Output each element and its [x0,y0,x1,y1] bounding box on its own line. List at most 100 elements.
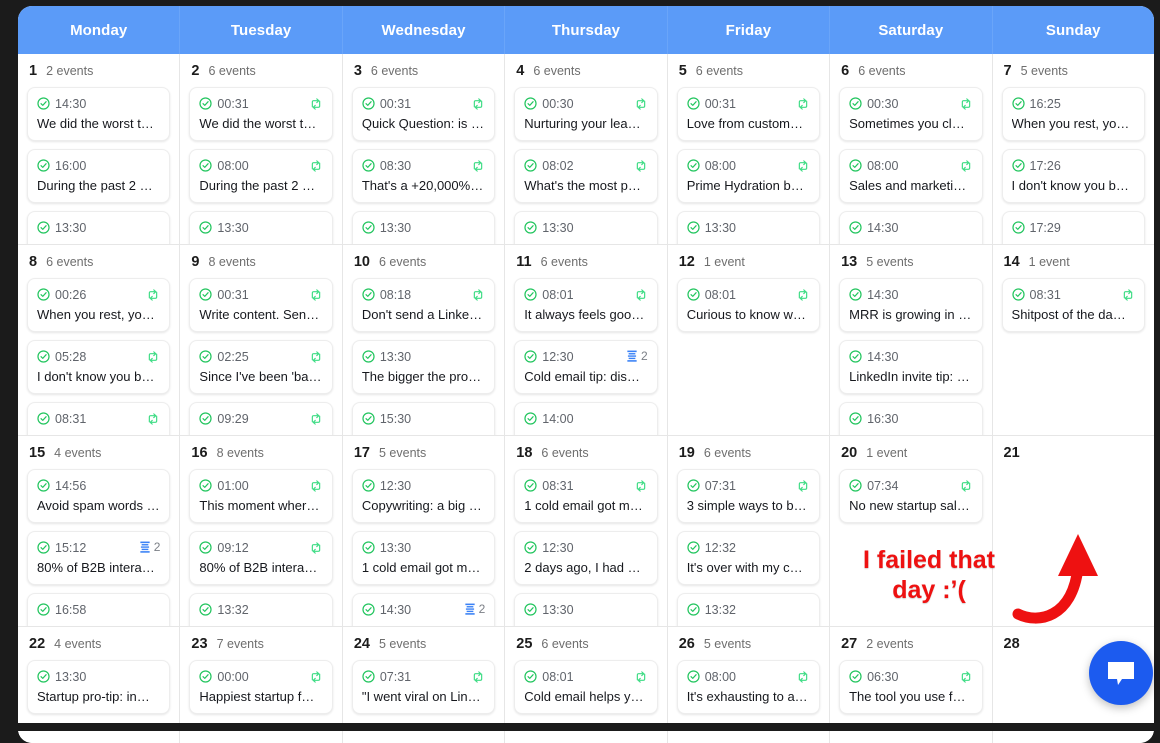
day-cell-12[interactable]: 12 1 event 08:01 Curious to know w… [667,245,831,435]
event-card[interactable]: 07:31 "I went viral on Lin… [351,660,496,714]
repeat-icon[interactable] [796,479,810,493]
repeat-icon[interactable] [146,288,160,302]
repeat-icon[interactable] [634,97,648,111]
repeat-icon[interactable] [796,288,810,302]
event-card[interactable]: 00:26 When you rest, yo… [27,278,171,332]
event-card[interactable]: 00:30 Sometimes you cl… [839,87,983,141]
event-card[interactable]: 09:29 [189,402,333,435]
event-card[interactable]: 12:32 It's over with my c… [676,531,821,585]
thread-icon[interactable] [464,603,476,616]
repeat-icon[interactable] [959,159,973,173]
event-card[interactable]: 13:30 [189,211,333,244]
event-card[interactable]: 12:30 2 days ago, I had a… [514,531,658,585]
day-cell-5[interactable]: 5 6 events 00:31 Love from custom… 08:00 Prim… [667,54,831,244]
repeat-icon[interactable] [309,479,323,493]
day-cell-13[interactable]: 13 5 events 14:30 MRR is growing in … 14:30 L… [830,245,993,435]
day-cell-21[interactable]: 21 [992,436,1154,626]
event-card[interactable]: 13:30 [514,211,658,244]
repeat-icon[interactable] [309,541,323,555]
event-card[interactable]: 16:00 During the past 2 … [27,149,171,203]
event-card[interactable]: 13:30 [27,211,171,244]
repeat-icon[interactable] [634,670,648,684]
event-card[interactable]: 16:58 [27,593,171,626]
event-card[interactable]: 17:29 [1001,211,1145,244]
event-card[interactable]: 14:30 [839,211,983,244]
weekday-header-friday[interactable]: Friday [668,6,831,54]
weekday-header-thursday[interactable]: Thursday [505,6,668,54]
repeat-icon[interactable] [309,97,323,111]
repeat-icon[interactable] [471,97,485,111]
day-cell-10[interactable]: 10 6 events 08:18 Don't send a Linke… 13:30 T… [342,245,506,435]
repeat-icon[interactable] [471,670,485,684]
thread-icon[interactable] [626,350,638,363]
repeat-icon[interactable] [471,288,485,302]
chat-bubble-button[interactable] [1089,641,1153,705]
repeat-icon[interactable] [309,288,323,302]
event-card[interactable]: 12:30 Copywriting: a big … [351,469,496,523]
event-card[interactable]: 13:30 [351,211,496,244]
day-cell-9[interactable]: 9 8 events 00:31 Write content. Sen… 02:25 Si… [180,245,343,435]
event-card[interactable]: 15:30 [351,402,496,435]
repeat-icon[interactable] [309,350,323,364]
event-card[interactable]: 13:30 [676,211,821,244]
event-card[interactable]: 05:28 I don't know you b… [27,340,171,394]
repeat-icon[interactable] [146,350,160,364]
repeat-icon[interactable] [634,159,648,173]
weekday-header-sunday[interactable]: Sunday [993,6,1154,54]
repeat-icon[interactable] [309,670,323,684]
event-card[interactable]: 08:00 Sales and marketi… [839,149,983,203]
day-cell-8[interactable]: 8 6 events 00:26 When you rest, yo… 05:28 I d… [18,245,181,435]
event-card[interactable]: 15:12 2 80% of B2B intera… [27,531,171,585]
event-card[interactable]: 08:30 That's a +20,000%… [351,149,496,203]
event-card[interactable]: 14:00 [514,402,658,435]
event-card[interactable]: 08:01 Curious to know w… [676,278,821,332]
day-cell-1[interactable]: 1 2 events 14:30 We did the worst t… 16:00 Du… [18,54,181,244]
repeat-icon[interactable] [796,670,810,684]
event-card[interactable]: 08:01 Cold email helps y… [514,660,658,714]
event-card[interactable]: 13:30 1 cold email got m… [351,531,496,585]
event-card[interactable]: 08:00 Prime Hydration b… [676,149,821,203]
repeat-icon[interactable] [146,412,160,426]
repeat-icon[interactable] [959,670,973,684]
day-cell-6[interactable]: 6 6 events 00:30 Sometimes you cl… 08:00 Sale… [830,54,993,244]
day-cell-20[interactable]: 20 1 event 07:34 No new startup sal… [830,436,993,626]
event-card[interactable]: 14:56 Avoid spam words … [27,469,171,523]
event-card[interactable]: 17:26 I don't know you b… [1001,149,1145,203]
event-card[interactable]: 08:00 It's exhausting to a… [676,660,821,714]
weekday-header-monday[interactable]: Monday [18,6,181,54]
day-cell-19[interactable]: 19 6 events 07:31 3 simple ways to b… 12:32 I… [667,436,831,626]
event-card[interactable]: 13:30 Startup pro-tip: in… [27,660,171,714]
weekday-header-tuesday[interactable]: Tuesday [180,6,343,54]
repeat-icon[interactable] [309,159,323,173]
repeat-icon[interactable] [471,159,485,173]
event-card[interactable]: 09:12 80% of B2B intera… [189,531,333,585]
repeat-icon[interactable] [796,97,810,111]
event-card[interactable]: 01:00 This moment wher… [189,469,333,523]
repeat-icon[interactable] [959,97,973,111]
day-cell-7[interactable]: 7 5 events 16:25 When you rest, yo… 17:26 I d… [992,54,1154,244]
day-cell-17[interactable]: 17 5 events 12:30 Copywriting: a big … 13:30… [342,436,506,626]
event-card[interactable]: 00:31 We did the worst t… [189,87,333,141]
event-card[interactable]: 13:30 The bigger the pro… [351,340,496,394]
event-card[interactable]: 00:31 Love from custom… [676,87,821,141]
weekday-header-saturday[interactable]: Saturday [830,6,993,54]
repeat-icon[interactable] [634,479,648,493]
event-card[interactable]: 06:30 The tool you use f… [839,660,983,714]
day-cell-4[interactable]: 4 6 events 00:30 Nurturing your lea… 08:02 Wh… [505,54,668,244]
event-card[interactable]: 07:34 No new startup sal… [839,469,983,523]
event-card[interactable]: 00:00 Happiest startup f… [189,660,333,714]
event-card[interactable]: 00:30 Nurturing your lea… [514,87,658,141]
event-card[interactable]: 08:31 1 cold email got m… [514,469,658,523]
repeat-icon[interactable] [634,288,648,302]
event-card[interactable]: 08:02 What's the most p… [514,149,658,203]
weekday-header-wednesday[interactable]: Wednesday [343,6,506,54]
event-card[interactable]: 14:30 LinkedIn invite tip: … [839,340,983,394]
event-card[interactable]: 13:32 [189,593,333,626]
event-card[interactable]: 13:30 [514,593,658,626]
event-card[interactable]: 12:30 2 Cold email tip: dis… [514,340,658,394]
event-card[interactable]: 14:30 2 [351,593,496,626]
event-card[interactable]: 02:25 Since I've been 'ba… [189,340,333,394]
repeat-icon[interactable] [1121,288,1135,302]
event-card[interactable]: 08:31 [27,402,171,435]
day-cell-14[interactable]: 14 1 event 08:31 Shitpost of the da… [992,245,1154,435]
